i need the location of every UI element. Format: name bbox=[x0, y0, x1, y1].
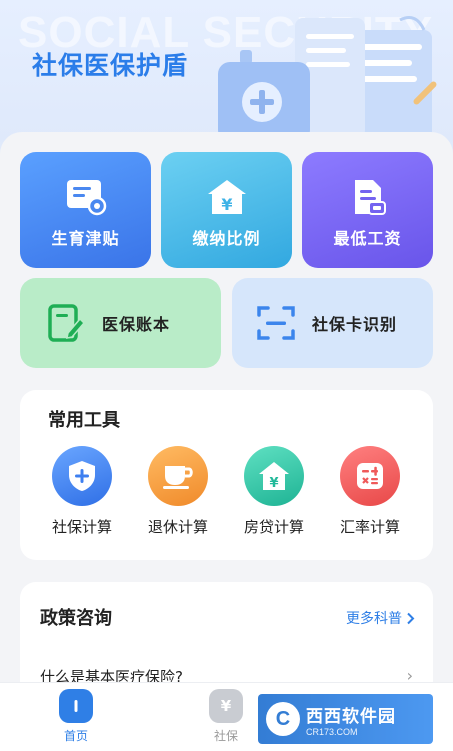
tool-icon-circle bbox=[148, 446, 208, 506]
section-title: 常用工具 bbox=[48, 410, 120, 431]
house-yuan-icon: ¥ bbox=[259, 462, 289, 491]
watermark-text: 西西软件园 bbox=[306, 706, 396, 727]
scan-icon bbox=[257, 306, 295, 340]
tool-label: 退休计算 bbox=[147, 518, 208, 536]
minimum-wage-tile[interactable]: 最低工资 bbox=[302, 152, 433, 268]
exchange-rate-calc-tool[interactable]: 汇率计算 bbox=[330, 446, 410, 537]
common-tools-section: 常用工具 社保计算 退休计算 ¥ 房贷计算 汇率计算 bbox=[20, 390, 433, 560]
tool-icon-circle: ¥ bbox=[244, 446, 304, 506]
nav-label: 社保 bbox=[213, 729, 238, 743]
tile-label: 社保卡识别 bbox=[312, 315, 398, 334]
nav-item-home[interactable]: 首页 bbox=[46, 689, 106, 744]
contribution-ratio-tile[interactable]: ¥ 缴纳比例 bbox=[161, 152, 292, 268]
site-watermark: C 西西软件园 CR173.COM bbox=[258, 694, 433, 744]
shield-plus-icon bbox=[69, 461, 95, 491]
document-gear-icon bbox=[66, 180, 106, 216]
medical-ledger-tile[interactable]: 医保账本 bbox=[20, 278, 221, 368]
home-icon bbox=[59, 689, 93, 723]
more-link[interactable]: 更多科普 bbox=[346, 608, 415, 628]
tool-label: 房贷计算 bbox=[243, 518, 304, 536]
document-wallet-icon bbox=[354, 180, 386, 215]
house-yuan-icon: ¥ bbox=[207, 180, 246, 214]
watermark-logo: C bbox=[266, 702, 300, 736]
nav-item-social-security[interactable]: ¥ 社保 bbox=[196, 689, 256, 744]
more-label: 更多科普 bbox=[346, 611, 402, 627]
social-security-calc-tool[interactable]: 社保计算 bbox=[42, 446, 122, 537]
svg-text:¥: ¥ bbox=[221, 195, 232, 214]
mortgage-calc-tool[interactable]: ¥ 房贷计算 bbox=[234, 446, 314, 537]
tea-cup-icon bbox=[163, 466, 193, 489]
tool-icon-circle bbox=[52, 446, 112, 506]
tile-label: 最低工资 bbox=[333, 229, 402, 248]
edit-document-icon bbox=[48, 304, 86, 342]
tool-icon-circle bbox=[340, 446, 400, 506]
tile-label: 缴纳比例 bbox=[192, 229, 261, 248]
watermark-subtext: CR173.COM bbox=[306, 726, 358, 737]
header: SOCIAL SECURITY 社保医保护盾 bbox=[0, 0, 453, 150]
tile-label: 生育津贴 bbox=[51, 229, 120, 248]
yuan-icon: ¥ bbox=[209, 689, 243, 723]
calculator-icon bbox=[357, 463, 383, 489]
tool-label: 社保计算 bbox=[51, 518, 112, 536]
tile-label: 医保账本 bbox=[102, 315, 171, 334]
maternity-allowance-tile[interactable]: 生育津贴 bbox=[20, 152, 151, 268]
main-card: 生育津贴 ¥ 缴纳比例 最低工资 医保账本 社保卡识别 常用工具 社保计算 退休… bbox=[0, 132, 453, 702]
medical-kit-illustration bbox=[218, 16, 437, 142]
nav-label: 首页 bbox=[63, 729, 88, 743]
svg-text:¥: ¥ bbox=[269, 476, 278, 491]
tool-label: 汇率计算 bbox=[339, 518, 400, 536]
app-title: 社保医保护盾 bbox=[32, 51, 189, 80]
retirement-calc-tool[interactable]: 退休计算 bbox=[138, 446, 218, 537]
section-title: 政策咨询 bbox=[40, 608, 112, 629]
chevron-right-icon bbox=[407, 612, 415, 624]
card-recognition-tile[interactable]: 社保卡识别 bbox=[232, 278, 433, 368]
